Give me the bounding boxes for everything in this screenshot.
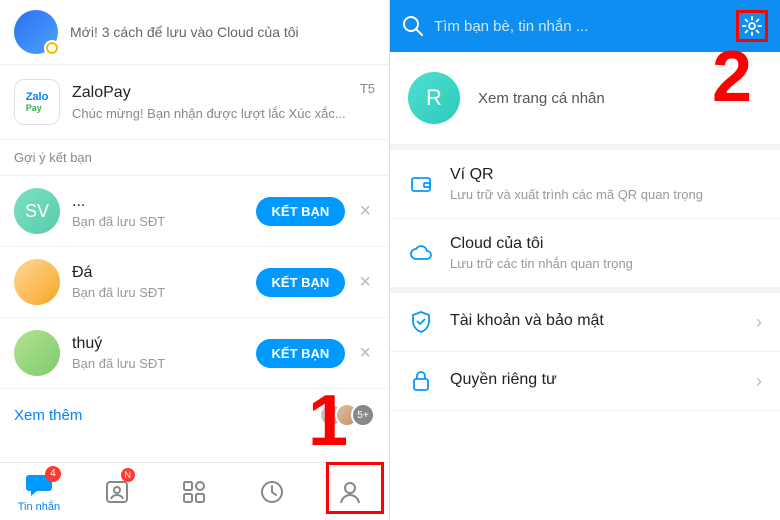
menu-title: Tài khoản và bảo mật [450, 312, 740, 330]
menu-privacy[interactable]: Quyền riêng tư › [390, 352, 780, 411]
wallet-icon [408, 171, 434, 197]
see-more-link[interactable]: Xem thêm [14, 407, 327, 424]
zalopay-conversation-row[interactable]: Zalo Pay ZaloPay Chúc mừng! Bạn nhận đượ… [0, 65, 389, 140]
lock-icon [408, 368, 434, 394]
friend-suggestion-row[interactable]: Đá Bạn đã lưu SĐT KẾT BẠN × [0, 247, 389, 318]
contacts-icon [103, 478, 131, 506]
search-bar[interactable]: Tìm bạn bè, tin nhắn ... [390, 0, 780, 52]
search-placeholder: Tìm bạn bè, tin nhắn ... [434, 18, 726, 35]
friend-suggestion-row[interactable]: SV ... Bạn đã lưu SĐT KẾT BẠN × [0, 176, 389, 247]
clock-icon [258, 478, 286, 506]
friend-suggest-header: Gợi ý kết bạn [0, 140, 389, 176]
shield-icon [408, 309, 434, 335]
add-friend-button[interactable]: KẾT BẠN [256, 268, 346, 297]
add-friend-button[interactable]: KẾT BẠN [256, 197, 346, 226]
nav-discover[interactable] [158, 466, 230, 518]
cloud-tip-text: Mới! 3 cách để lưu vào Cloud của tôi [70, 24, 299, 40]
add-friend-button[interactable]: KẾT BẠN [256, 339, 346, 368]
zalopay-title: ZaloPay [72, 84, 352, 102]
menu-account-security[interactable]: Tài khoản và bảo mật › [390, 293, 780, 352]
cloud-icon [408, 240, 434, 266]
profile-label: Xem trang cá nhân [478, 90, 605, 107]
right-screen: Tìm bạn bè, tin nhắn ... R Xem trang cá … [390, 0, 780, 520]
nav-label: Tin nhắn [18, 501, 60, 513]
messages-badge: 4 [45, 466, 61, 482]
profile-avatar: R [408, 72, 460, 124]
profile-row[interactable]: R Xem trang cá nhân [390, 52, 780, 150]
chevron-right-icon: › [756, 312, 762, 333]
friend-name: Đá [72, 264, 256, 282]
zalopay-icon: Zalo Pay [14, 79, 60, 125]
nav-messages[interactable]: 4 Tin nhắn [3, 466, 75, 518]
menu-sub: Lưu trữ các tin nhắn quan trọng [450, 256, 762, 271]
dismiss-icon[interactable]: × [355, 338, 375, 369]
friend-suggestion-row[interactable]: thuý Bạn đã lưu SĐT KẾT BẠN × [0, 318, 389, 389]
more-avatars: 5+ [327, 403, 375, 427]
friend-sub: Bạn đã lưu SĐT [72, 285, 256, 300]
grid-icon [180, 478, 208, 506]
menu-my-cloud[interactable]: Cloud của tôi Lưu trữ các tin nhắn quan … [390, 219, 780, 293]
annotation-highlight-profile [326, 462, 384, 514]
dismiss-icon[interactable]: × [355, 267, 375, 298]
menu-title: Cloud của tôi [450, 235, 762, 253]
nav-contacts[interactable]: N [81, 466, 153, 518]
friend-name: ... [72, 193, 256, 211]
friend-sub: Bạn đã lưu SĐT [72, 214, 256, 229]
zalopay-subtitle: Chúc mừng! Bạn nhận được lượt lắc Xúc xắ… [72, 106, 352, 121]
friend-sub: Bạn đã lưu SĐT [72, 356, 256, 371]
menu-sub: Lưu trữ và xuất trình các mã QR quan trọ… [450, 187, 762, 202]
settings-highlight [736, 10, 768, 42]
nav-timeline[interactable] [236, 466, 308, 518]
zalopay-time: T5 [360, 81, 375, 96]
search-icon [402, 15, 424, 37]
zalopay-body: ZaloPay Chúc mừng! Bạn nhận được lượt lắ… [72, 84, 352, 121]
dismiss-icon[interactable]: × [355, 196, 375, 227]
avatar-count: 5+ [351, 403, 375, 427]
avatar [14, 259, 60, 305]
avatar [14, 330, 60, 376]
menu-title: Ví QR [450, 166, 762, 184]
menu-title: Quyền riêng tư [450, 371, 740, 389]
menu-qr-wallet[interactable]: Ví QR Lưu trữ và xuất trình các mã QR qu… [390, 150, 780, 219]
see-more-row[interactable]: Xem thêm 5+ [0, 389, 389, 441]
chevron-right-icon: › [756, 371, 762, 392]
left-screen: Mới! 3 cách để lưu vào Cloud của tôi Zal… [0, 0, 390, 520]
cloud-avatar-icon [14, 10, 58, 54]
cloud-tip-row[interactable]: Mới! 3 cách để lưu vào Cloud của tôi [0, 0, 389, 65]
contacts-badge: N [121, 468, 135, 482]
gear-icon[interactable] [741, 15, 763, 37]
avatar: SV [14, 188, 60, 234]
friend-name: thuý [72, 335, 256, 353]
